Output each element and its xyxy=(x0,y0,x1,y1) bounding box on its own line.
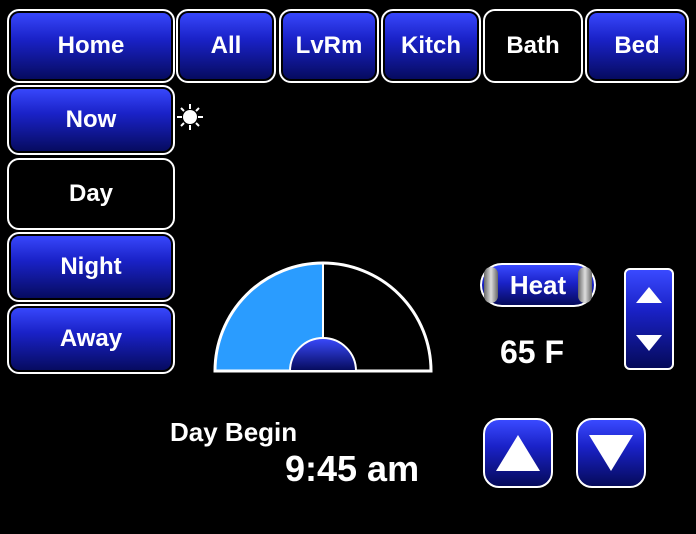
tab-all-label: All xyxy=(210,32,242,59)
pill-cap-left xyxy=(484,267,498,303)
heat-mode-button[interactable]: Heat xyxy=(480,263,596,307)
mode-away-button[interactable]: Away xyxy=(7,304,175,374)
schedule-time: 9:45 am xyxy=(285,448,420,489)
triangle-down-icon xyxy=(589,435,633,471)
tab-kitch[interactable]: Kitch xyxy=(381,9,481,83)
tab-kitch-label: Kitch xyxy=(401,32,461,59)
pill-cap-right xyxy=(578,267,592,303)
mode-day-button[interactable]: Day xyxy=(7,158,175,230)
tab-bath[interactable]: Bath xyxy=(483,9,583,83)
mode-now-button[interactable]: Now xyxy=(7,85,175,155)
home-button-label: Home xyxy=(57,32,125,59)
tab-all[interactable]: All xyxy=(176,9,276,83)
mode-night-button[interactable]: Night xyxy=(7,232,175,302)
heat-mode-label: Heat xyxy=(509,269,567,300)
time-down-button[interactable] xyxy=(576,418,646,488)
tab-lvrm[interactable]: LvRm xyxy=(279,9,379,83)
mode-day-label: Day xyxy=(68,180,114,207)
mode-now-label: Now xyxy=(65,106,117,133)
tab-lvrm-label: LvRm xyxy=(295,32,363,59)
time-up-button[interactable] xyxy=(483,418,553,488)
sun-icon xyxy=(177,104,203,130)
triangle-down-icon xyxy=(636,335,662,351)
tab-bed-label: Bed xyxy=(614,32,660,59)
setpoint-up-button[interactable] xyxy=(628,272,670,318)
triangle-up-icon xyxy=(636,287,662,303)
mode-night-label: Night xyxy=(60,253,122,280)
setpoint-down-button[interactable] xyxy=(628,320,670,366)
home-button[interactable]: Home xyxy=(7,9,175,83)
schedule-label: Day Begin xyxy=(170,417,298,447)
setpoint-stepper xyxy=(624,268,674,370)
setpoint-value: 65 F xyxy=(500,334,565,370)
tab-bed[interactable]: Bed xyxy=(585,9,689,83)
schedule-dial[interactable] xyxy=(212,260,434,374)
mode-away-label: Away xyxy=(59,325,123,352)
tab-bath-label: Bath xyxy=(506,32,560,59)
triangle-up-icon xyxy=(496,435,540,471)
